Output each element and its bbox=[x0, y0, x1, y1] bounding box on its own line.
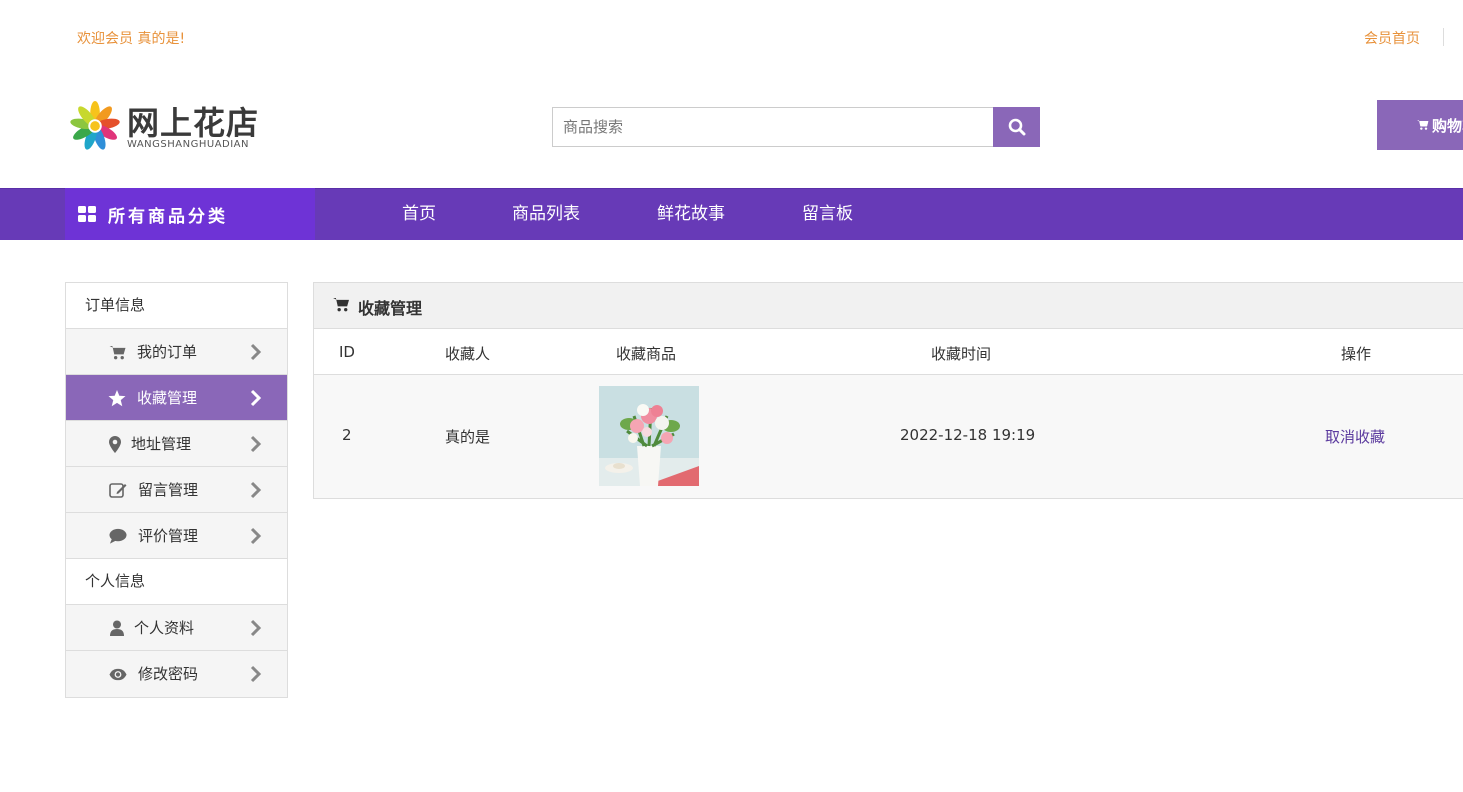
user-icon bbox=[108, 619, 126, 637]
logo-title: 网上花店 bbox=[127, 104, 260, 142]
sidebar-item-label: 我的订单 bbox=[137, 343, 198, 361]
nav-link-products[interactable]: 商品列表 bbox=[512, 188, 580, 240]
nav-link-stories[interactable]: 鲜花故事 bbox=[657, 188, 725, 240]
category-label: 所有商品分类 bbox=[108, 206, 228, 227]
sidebar-item-reviews[interactable]: 评价管理 bbox=[66, 513, 287, 559]
sidebar-item-label: 收藏管理 bbox=[137, 389, 198, 407]
sidebar-item-address[interactable]: 地址管理 bbox=[66, 421, 287, 467]
search-icon bbox=[1008, 118, 1025, 136]
sidebar-item-my-orders[interactable]: 我的订单 bbox=[66, 329, 287, 375]
logo-subtitle: WANGSHANGHUADIAN bbox=[127, 139, 249, 150]
star-icon bbox=[108, 389, 126, 407]
cell-user: 真的是 bbox=[445, 428, 491, 446]
sidebar-item-label: 地址管理 bbox=[131, 435, 192, 453]
column-header-user: 收藏人 bbox=[445, 345, 491, 363]
cell-time: 2022-12-18 19:19 bbox=[900, 426, 1036, 444]
map-marker-icon bbox=[106, 435, 124, 453]
product-image[interactable] bbox=[599, 386, 699, 486]
sidebar-item-profile[interactable]: 个人资料 bbox=[66, 605, 287, 651]
cart-icon bbox=[109, 343, 127, 361]
chevron-right-icon bbox=[250, 619, 262, 637]
sidebar-item-change-password[interactable]: 修改密码 bbox=[66, 651, 287, 697]
chevron-right-icon bbox=[250, 435, 262, 453]
welcome-text: 欢迎会员 真的是! bbox=[77, 31, 186, 47]
cart-button[interactable]: 购物车 bbox=[1377, 100, 1463, 150]
chevron-right-icon bbox=[250, 527, 262, 545]
cart-label: 购物车 bbox=[1431, 116, 1463, 135]
eye-icon bbox=[109, 665, 127, 683]
panel-header: 收藏管理 bbox=[314, 283, 1463, 329]
cart-icon bbox=[1417, 120, 1429, 130]
all-categories-button[interactable]: 所有商品分类 bbox=[65, 188, 315, 240]
nav-link-home[interactable]: 首页 bbox=[402, 188, 436, 240]
chevron-right-icon bbox=[250, 665, 262, 683]
topbar-divider bbox=[1443, 28, 1444, 46]
search-button[interactable] bbox=[993, 107, 1040, 147]
nav-link-guestbook[interactable]: 留言板 bbox=[802, 188, 853, 240]
sidebar-section-orders: 订单信息 bbox=[66, 283, 287, 329]
column-header-action: 操作 bbox=[1341, 345, 1372, 363]
table-row: 2 真的是 2022-12-18 19:19 取消收藏 bbox=[314, 375, 1463, 498]
favorites-panel: 收藏管理 ID 收藏人 收藏商品 收藏时间 操作 2 真的是 2022-12-1… bbox=[313, 282, 1463, 499]
sidebar-item-messages[interactable]: 留言管理 bbox=[66, 467, 287, 513]
chevron-right-icon bbox=[250, 343, 262, 361]
cancel-favorite-link[interactable]: 取消收藏 bbox=[1325, 426, 1385, 447]
panel-title: 收藏管理 bbox=[358, 299, 423, 318]
cart-icon bbox=[333, 297, 349, 312]
column-header-time: 收藏时间 bbox=[931, 345, 992, 363]
sidebar-item-label: 修改密码 bbox=[138, 665, 199, 683]
sidebar-section-personal: 个人信息 bbox=[66, 559, 287, 605]
table-header: ID 收藏人 收藏商品 收藏时间 操作 bbox=[314, 329, 1463, 375]
chevron-right-icon bbox=[250, 481, 262, 499]
cell-id: 2 bbox=[342, 426, 352, 444]
flower-logo-icon[interactable] bbox=[69, 100, 123, 152]
grid-icon bbox=[78, 206, 96, 222]
sidebar-item-label: 评价管理 bbox=[138, 527, 199, 545]
comment-icon bbox=[109, 527, 127, 545]
column-header-product: 收藏商品 bbox=[616, 345, 677, 363]
edit-icon bbox=[109, 481, 127, 499]
chevron-right-icon bbox=[250, 389, 262, 407]
search-input[interactable] bbox=[552, 107, 993, 147]
member-home-link[interactable]: 会员首页 bbox=[1364, 28, 1420, 48]
sidebar-item-label: 个人资料 bbox=[134, 619, 195, 637]
user-sidebar: 订单信息 我的订单 收藏管理 地址管理 留言管理 评价管理 个人信息 个人资料 … bbox=[65, 282, 288, 698]
column-header-id: ID bbox=[339, 343, 355, 361]
sidebar-item-label: 留言管理 bbox=[138, 481, 199, 499]
sidebar-item-favorites[interactable]: 收藏管理 bbox=[66, 375, 287, 421]
